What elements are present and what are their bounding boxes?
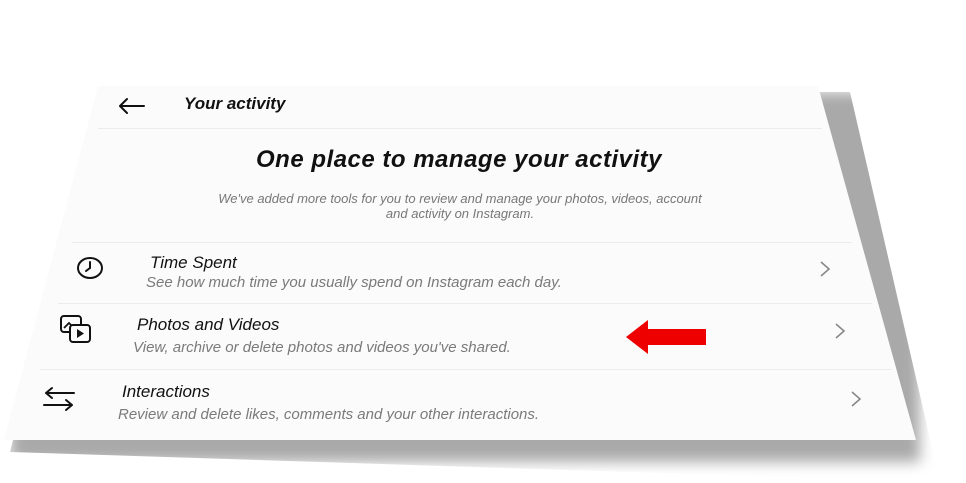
red-arrow-shape — [626, 320, 706, 354]
intro-divider — [72, 242, 852, 243]
chevron-right-icon — [851, 391, 862, 407]
menu-item-title: Photos and Videos — [137, 315, 280, 334]
red-pointer-arrow-icon — [626, 320, 706, 354]
intro-subtitle-line-2: and activity on Instagram. — [385, 206, 535, 221]
activity-card: Your activity One place to manage your a… — [4, 86, 916, 440]
photos-videos-icon — [60, 315, 91, 343]
item-divider — [58, 303, 872, 304]
intro-headline: One place to manage your activity — [256, 146, 662, 173]
menu-item-description: See how much time you usually spend on I… — [146, 274, 562, 291]
chevron-right-icon — [820, 261, 831, 277]
page-title: Your activity — [184, 94, 286, 113]
menu-item-description: View, archive or delete photos and video… — [133, 339, 511, 356]
intro-subtitle: We've added more tools for you to review… — [130, 191, 790, 221]
interactions-icon — [43, 387, 75, 411]
menu-item-description: Review and delete likes, comments and yo… — [118, 406, 540, 423]
screenshot-stage: Your activity One place to manage your a… — [0, 0, 966, 483]
menu-item-title: Time Spent — [150, 253, 237, 272]
back-arrow-icon[interactable] — [116, 96, 146, 116]
intro-subtitle-line-1: We've added more tools for you to review… — [218, 191, 702, 206]
item-divider — [40, 369, 892, 370]
menu-item-title: Interactions — [122, 382, 210, 401]
chevron-right-icon — [835, 323, 846, 339]
header-divider — [98, 128, 822, 129]
clock-icon — [77, 257, 103, 279]
